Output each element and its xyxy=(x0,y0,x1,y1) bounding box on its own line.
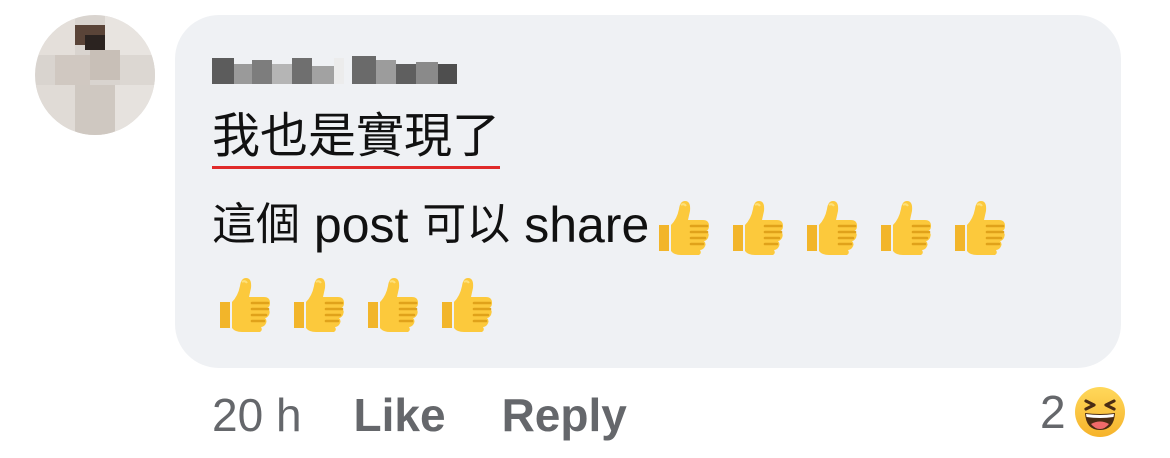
thumbs-up-icon xyxy=(881,201,932,255)
comment-text-latin: post xyxy=(300,197,423,253)
thumbs-up-icon xyxy=(294,278,344,332)
reaction-summary[interactable]: 2 xyxy=(1040,385,1126,439)
comment-text-underlined: 我也是實現了 xyxy=(212,108,501,169)
avatar[interactable] xyxy=(35,15,155,135)
comment-text-latin-end: share xyxy=(510,197,650,253)
timestamp[interactable]: 20 h xyxy=(212,388,302,442)
thumbs-up-emoji-row xyxy=(651,193,1011,257)
reply-button[interactable]: Reply xyxy=(502,388,627,442)
comment-actions: 20 h Like Reply xyxy=(212,388,627,442)
thumbs-up-icon xyxy=(220,278,270,332)
comment-text-line2: 這個 post 可以 share xyxy=(212,193,1011,257)
comment-text-cjk-prefix: 這個 xyxy=(212,199,300,250)
reaction-count: 2 xyxy=(1040,386,1066,438)
thumbs-up-emoji-row xyxy=(212,270,498,334)
thumbs-up-icon xyxy=(659,201,710,255)
comment-text-line1: 我也是實現了 xyxy=(212,105,501,169)
author-name[interactable] xyxy=(212,52,457,90)
comment-text-cjk-mid: 可以 xyxy=(422,199,511,250)
thumbs-up-icon xyxy=(807,201,858,255)
thumbs-up-icon xyxy=(733,201,784,255)
thumbs-up-icon xyxy=(955,201,1006,255)
haha-reaction-icon xyxy=(1074,387,1125,437)
thumbs-up-icon xyxy=(368,278,418,332)
thumbs-up-icon xyxy=(442,278,492,332)
like-button[interactable]: Like xyxy=(354,388,446,442)
